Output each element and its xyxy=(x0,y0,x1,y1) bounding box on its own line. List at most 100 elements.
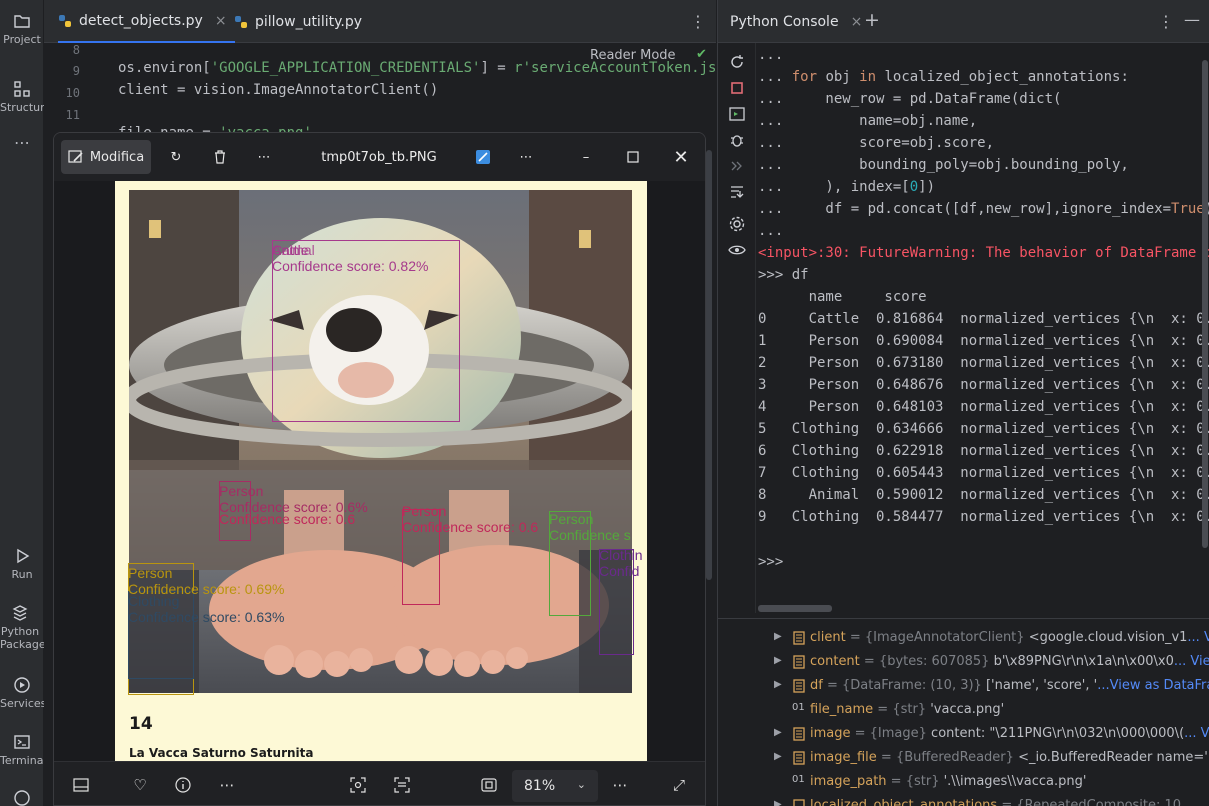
debug-icon[interactable] xyxy=(728,131,746,149)
code-line-10[interactable]: client = vision.ImageAnnotatorClient() xyxy=(118,82,438,98)
python-packages-tool-button[interactable]: Python Packages xyxy=(0,604,52,651)
packages-icon xyxy=(11,604,29,622)
view-link[interactable]: ... View xyxy=(1184,726,1209,741)
more-options-icon[interactable]: ⋯ xyxy=(252,140,276,174)
chevron-right-icon[interactable]: ▶ xyxy=(774,655,782,666)
view-as-dataframe-link[interactable]: ...View as DataFrame xyxy=(1097,678,1209,693)
tab-detect-objects[interactable]: detect_objects.py × xyxy=(58,0,235,43)
edit-button[interactable]: Modifica xyxy=(61,140,151,174)
gear-icon[interactable] xyxy=(728,215,746,233)
eye-icon[interactable] xyxy=(728,241,746,259)
ide-window: Project Structure ⋯ Run Python Packages … xyxy=(0,0,1209,806)
stop-icon[interactable] xyxy=(728,79,746,97)
variable-name: image_path xyxy=(810,774,887,789)
console-vertical-scrollbar[interactable] xyxy=(1202,60,1208,548)
dataframe-row: 3 Person 0.648676 normalized_vertices {\… xyxy=(758,377,1209,393)
close-icon[interactable]: × xyxy=(851,14,863,30)
folder-icon xyxy=(13,12,31,30)
terminal-tool-button[interactable]: Terminal xyxy=(0,733,47,768)
variable-row-file-name[interactable]: 01 file_name = {str} 'vacca.png' xyxy=(718,700,1209,722)
more-options-icon[interactable]: ⋯ xyxy=(216,774,238,796)
detection-label: Person xyxy=(219,483,264,499)
code-line-9[interactable]: os.environ['GOOGLE_APPLICATION_CREDENTIA… xyxy=(118,60,733,76)
more-tools-button[interactable]: ⋯ xyxy=(0,135,44,151)
maximize-icon[interactable] xyxy=(621,140,645,174)
python-console-panel: Python Console × + ⋮ — ... ... for obj i… xyxy=(717,0,1209,806)
variable-type: = {bytes: 607085} xyxy=(859,654,994,669)
chevron-right-icon[interactable]: ▶ xyxy=(774,751,782,762)
favorite-heart-icon[interactable]: ♡ xyxy=(129,774,151,796)
variable-icon xyxy=(793,751,805,765)
image-canvas: Cattle Animal Confidence score: 0.82% Pe… xyxy=(54,181,705,761)
tab-pillow-utility[interactable]: pillow_utility.py xyxy=(234,0,362,43)
variable-row-image-file[interactable]: ▶ image_file = {BufferedReader} <_io.Buf… xyxy=(718,748,1209,770)
zoom-value: 81% xyxy=(524,778,556,794)
dataframe-row: 7 Clothing 0.605443 normalized_vertices … xyxy=(758,465,1209,481)
rotate-icon[interactable]: ↻ xyxy=(164,140,188,174)
variable-row-image[interactable]: ▶ image = {Image} content: "\211PNG\r\n\… xyxy=(718,724,1209,746)
services-tool-button[interactable]: Services xyxy=(0,676,46,711)
minimize-icon[interactable]: – xyxy=(574,140,598,174)
fit-to-window-icon[interactable] xyxy=(478,774,500,796)
close-icon[interactable]: × xyxy=(215,13,227,29)
variable-name: localized_object_annotations xyxy=(810,798,998,806)
view-link[interactable]: ... View xyxy=(1174,654,1209,669)
zoom-level-select[interactable]: 81% ⌄ xyxy=(512,770,598,802)
execute-icon[interactable] xyxy=(728,105,746,123)
add-console-icon[interactable]: + xyxy=(864,9,880,31)
visual-search-icon[interactable] xyxy=(347,774,369,796)
console-line: ... xyxy=(758,223,784,239)
page-number: 14 xyxy=(129,714,153,734)
fullscreen-icon[interactable]: ⤢ xyxy=(668,774,690,796)
variable-row-localized-object-annotations[interactable]: ▶ localized_object_annotations = {Repeat… xyxy=(718,796,1209,806)
history-icon[interactable] xyxy=(728,157,746,175)
console-line: ... new_row = pd.DataFrame(dict( xyxy=(758,91,1062,107)
enhance-icon[interactable] xyxy=(471,140,495,174)
editor-scrollbar[interactable] xyxy=(706,150,712,580)
view-link[interactable]: ... View xyxy=(1187,630,1209,645)
structure-tool-button[interactable]: Structure xyxy=(0,80,51,115)
edit-label: Modifica xyxy=(89,149,145,165)
problems-tool-button[interactable] xyxy=(0,789,44,806)
dataframe-row: 8 Animal 0.590012 normalized_vertices {\… xyxy=(758,487,1209,503)
rerun-icon[interactable] xyxy=(728,53,746,71)
python-packages-label: Python Packages xyxy=(0,625,52,651)
more-options-icon[interactable]: ⋯ xyxy=(514,140,538,174)
variable-name: file_name xyxy=(810,702,874,717)
more-options-icon[interactable]: ⋯ xyxy=(609,774,631,796)
variable-row-client[interactable]: ▶ client = {ImageAnnotatorClient} <googl… xyxy=(718,628,1209,650)
scroll-to-end-icon[interactable] xyxy=(728,183,746,201)
trash-icon[interactable] xyxy=(208,140,232,174)
variable-row-df[interactable]: ▶ df = {DataFrame: (10, 3)} ['name', 'sc… xyxy=(718,676,1209,698)
variable-type: = {str} xyxy=(886,774,944,789)
chevron-right-icon[interactable]: ▶ xyxy=(774,799,782,806)
variable-row-image-path[interactable]: 01 image_path = {str} '.\\images\\vacca.… xyxy=(718,772,1209,794)
chevron-right-icon[interactable]: ▶ xyxy=(774,727,782,738)
minimize-icon[interactable]: — xyxy=(1184,10,1200,29)
variables-divider[interactable] xyxy=(718,618,1209,619)
text-scan-icon[interactable] xyxy=(391,774,413,796)
info-icon[interactable] xyxy=(172,774,194,796)
console-horizontal-scrollbar[interactable] xyxy=(758,605,832,612)
variable-row-content[interactable]: ▶ content = {bytes: 607085} b'\x89PNG\r\… xyxy=(718,652,1209,674)
chevron-right-icon[interactable]: ▶ xyxy=(774,679,782,690)
filmstrip-icon[interactable] xyxy=(70,774,92,796)
more-options-icon[interactable]: ⋮ xyxy=(1158,12,1174,31)
chevron-right-icon[interactable]: ▶ xyxy=(774,631,782,642)
run-tool-button[interactable]: Run xyxy=(0,547,44,582)
detection-score: Confidence s xyxy=(549,527,631,543)
console-keyword: in xyxy=(859,69,877,85)
project-tool-button[interactable]: Project xyxy=(0,12,44,47)
tab-python-console[interactable]: Python Console × xyxy=(730,0,862,43)
detection-score: Confidence score: 0.6 xyxy=(219,511,356,527)
editor-more-icon[interactable]: ⋮ xyxy=(690,12,706,31)
edit-image-icon xyxy=(68,150,83,163)
editor-tab-bar: detect_objects.py × pillow_utility.py ⋮ xyxy=(44,0,716,43)
tool-window-strip: Project Structure ⋯ Run Python Packages … xyxy=(0,0,52,806)
console-tab-bar: Python Console × + ⋮ — xyxy=(718,0,1209,43)
dataframe-row: 0 Cattle 0.816864 normalized_vertices {\… xyxy=(758,311,1209,327)
console-input-prompt[interactable]: >>> xyxy=(758,554,783,570)
close-icon[interactable]: ✕ xyxy=(669,140,693,174)
dataframe-row: 9 Clothing 0.584477 normalized_vertices … xyxy=(758,509,1209,525)
detection-label: Clothing xyxy=(128,593,180,609)
